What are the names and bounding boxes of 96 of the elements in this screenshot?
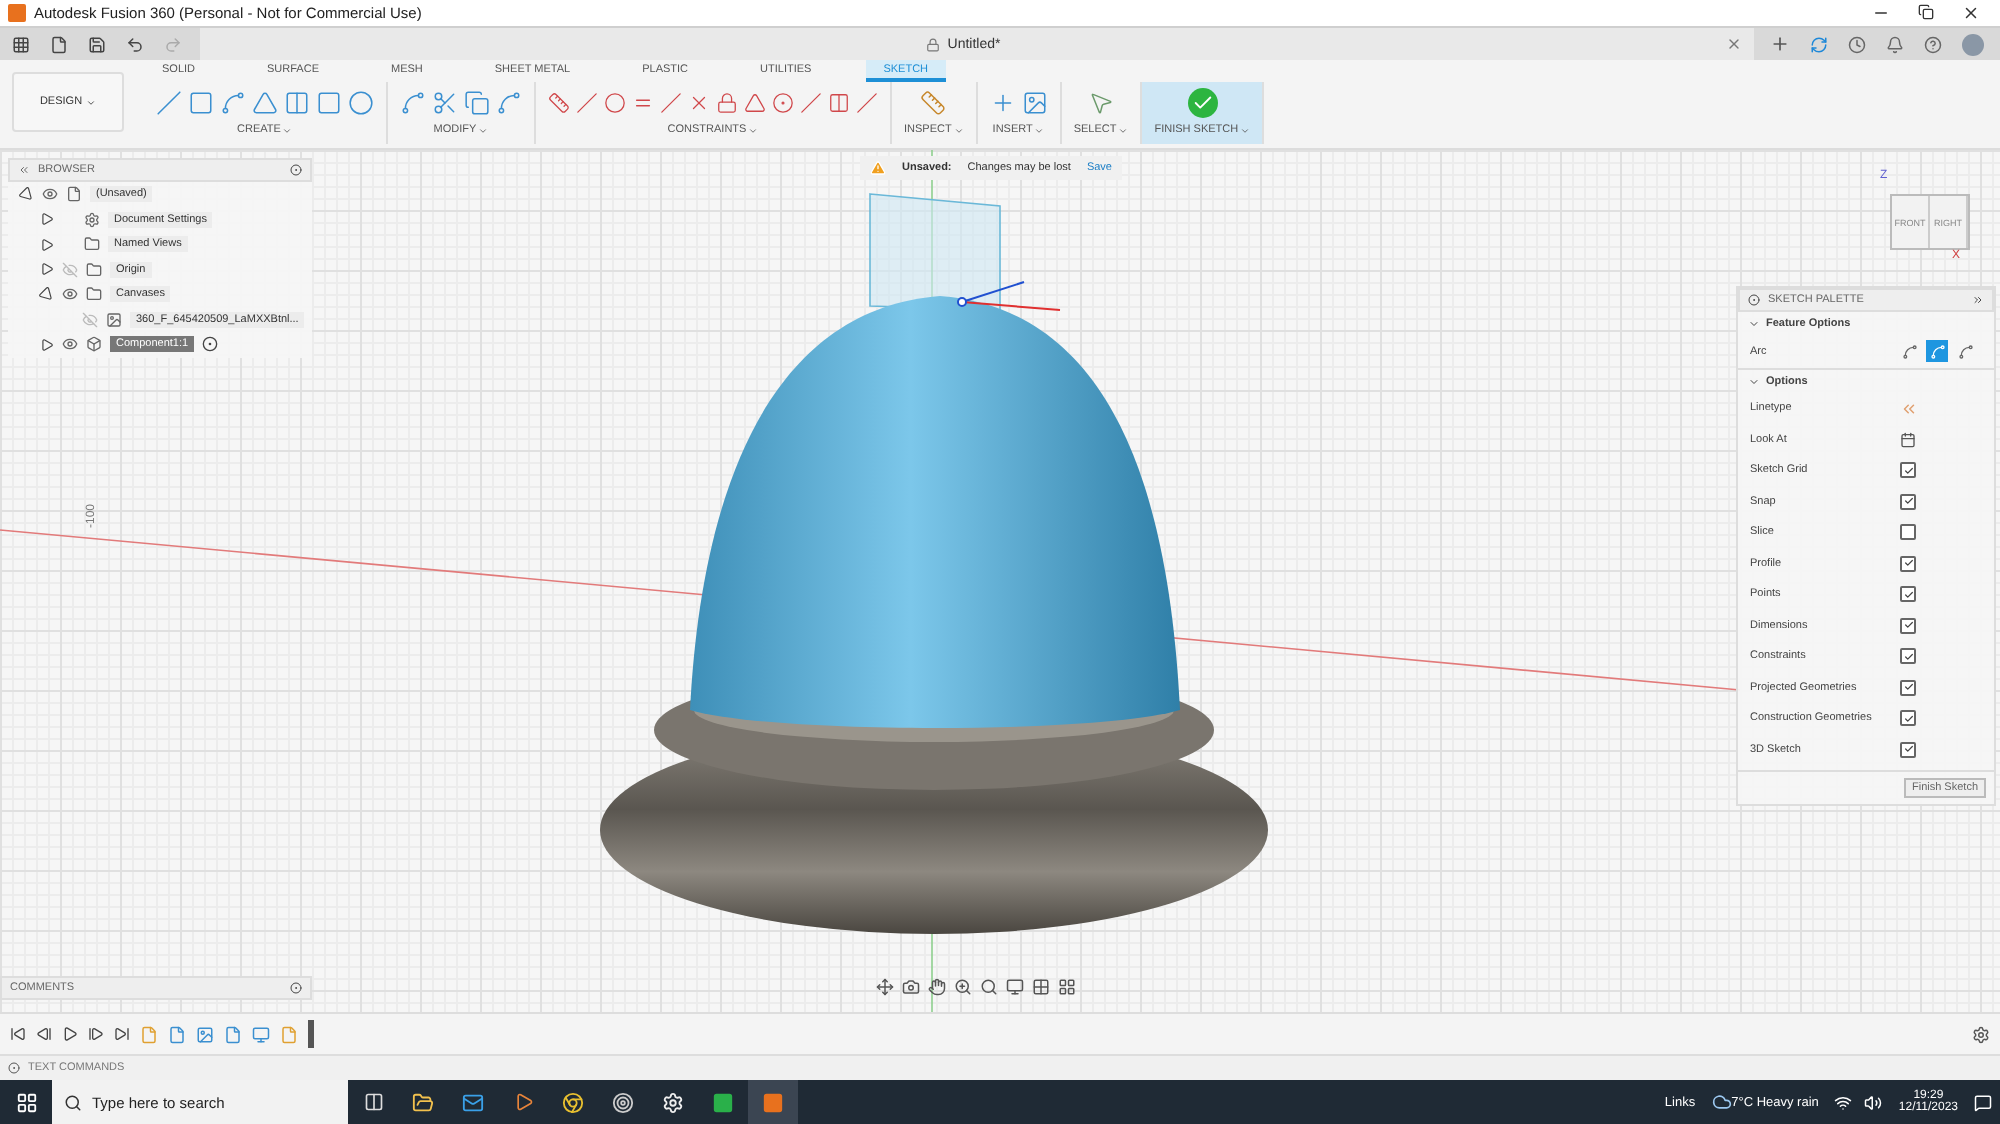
grid-menu-icon[interactable]: [12, 35, 30, 53]
caret-icon: [282, 125, 293, 135]
cross-icon[interactable]: [688, 92, 710, 114]
collapsed-triangle-icon[interactable]: [40, 337, 54, 352]
rectangle-icon[interactable]: [188, 90, 214, 116]
checkbox[interactable]: [1900, 710, 1916, 727]
folder-icon: [86, 286, 102, 303]
plus-icon[interactable]: [1770, 34, 1790, 54]
lock-icon: [925, 37, 940, 51]
radio-target-icon[interactable]: [202, 336, 219, 353]
document-icon: [66, 186, 82, 203]
step-forward-icon[interactable]: [88, 1026, 104, 1042]
help-icon[interactable]: [1924, 35, 1942, 53]
eye-icon[interactable]: [62, 286, 78, 303]
app-logo-icon: [8, 4, 26, 22]
undo-icon[interactable]: [126, 35, 144, 53]
folder-icon: [86, 261, 102, 278]
picture-icon: [106, 311, 122, 328]
circle-icon[interactable]: [348, 90, 374, 116]
scissors-icon[interactable]: [432, 90, 458, 116]
folder-icon: [84, 236, 100, 253]
collapsed-triangle-icon[interactable]: [40, 262, 54, 277]
sync-icon[interactable]: [1810, 35, 1828, 53]
dot-icon[interactable]: [8, 1062, 20, 1074]
caret-icon: [86, 97, 97, 107]
checkbox[interactable]: [1900, 493, 1916, 510]
lock-icon[interactable]: [716, 92, 738, 114]
settings-icon[interactable]: [1972, 1025, 1990, 1043]
cloud-icon: [1711, 1092, 1732, 1112]
dot-icon[interactable]: [290, 982, 302, 994]
close-icon[interactable]: [1962, 4, 1980, 22]
windows-icon: [15, 1091, 37, 1113]
monitor-icon[interactable]: [252, 1025, 270, 1043]
first-icon[interactable]: [10, 1026, 26, 1042]
step-back-icon[interactable]: [36, 1026, 52, 1042]
collapse-icon[interactable]: [18, 164, 30, 176]
caret-icon: [478, 125, 489, 135]
triangle-icon[interactable]: [744, 92, 766, 114]
arc-type-button[interactable]: [1926, 340, 1949, 363]
checkbox[interactable]: [1900, 462, 1916, 479]
checkbox[interactable]: [1900, 586, 1916, 603]
file-icon[interactable]: [50, 35, 68, 53]
expanded-triangle-icon[interactable]: [20, 187, 34, 202]
caret-icon: [953, 125, 964, 135]
layout-icon[interactable]: [1058, 978, 1076, 996]
bell-icon[interactable]: [1886, 35, 1904, 53]
concentric-icon[interactable]: [772, 92, 794, 114]
box-icon: [86, 336, 102, 353]
warning-icon: [870, 160, 886, 176]
save-icon[interactable]: [88, 35, 106, 53]
checkbox[interactable]: [1900, 679, 1916, 696]
dot-icon: [1748, 294, 1760, 306]
notification-icon[interactable]: [1974, 1093, 1992, 1111]
check-circle-icon: [1187, 88, 1218, 118]
pointer-icon[interactable]: [1088, 90, 1115, 116]
search-icon[interactable]: [980, 978, 998, 996]
expanded-triangle-icon[interactable]: [40, 287, 54, 302]
line-icon[interactable]: [156, 90, 182, 116]
curve-icon[interactable]: [496, 90, 522, 116]
caret-icon: [748, 125, 759, 135]
calendar-icon[interactable]: [1900, 431, 1916, 448]
triangle-icon[interactable]: [252, 90, 278, 116]
checkbox[interactable]: [1900, 648, 1916, 665]
search-icon: [64, 1093, 82, 1111]
eye-icon[interactable]: [42, 186, 58, 203]
caret-icon: [1118, 125, 1129, 135]
expand-icon[interactable]: [1972, 294, 1984, 306]
eye-icon[interactable]: [62, 336, 78, 353]
picture-icon[interactable]: [196, 1025, 214, 1043]
dot-icon[interactable]: [290, 164, 302, 176]
clock-icon[interactable]: [1848, 35, 1866, 53]
gear-icon: [84, 211, 100, 228]
grid-icon[interactable]: [1032, 978, 1050, 996]
checkbox[interactable]: [1900, 555, 1916, 572]
timeline-marker[interactable]: [308, 1020, 314, 1048]
ruler-icon[interactable]: [920, 90, 947, 116]
restore-icon[interactable]: [1918, 4, 1934, 22]
zoom-icon[interactable]: [954, 978, 972, 996]
checkbox[interactable]: [1900, 524, 1916, 541]
arc-type-button[interactable]: [1954, 340, 1976, 363]
picture-icon[interactable]: [1021, 90, 1048, 116]
caret-icon: [1034, 125, 1045, 135]
hand-icon[interactable]: [928, 978, 946, 996]
last-icon[interactable]: [114, 1026, 130, 1042]
monitor-icon[interactable]: [1006, 978, 1024, 996]
play-icon[interactable]: [62, 1026, 78, 1042]
wifi-icon[interactable]: [1834, 1093, 1853, 1111]
spline-icon[interactable]: [220, 90, 246, 116]
arc-type-button[interactable]: [1898, 340, 1921, 363]
checkbox[interactable]: [1900, 617, 1916, 634]
camera-icon[interactable]: [902, 978, 920, 996]
collapsed-triangle-icon[interactable]: [40, 212, 54, 227]
checkbox[interactable]: [1900, 741, 1916, 758]
collapsed-triangle-icon[interactable]: [40, 237, 54, 252]
caret-icon: [1240, 125, 1251, 135]
volume-icon[interactable]: [1864, 1093, 1883, 1111]
